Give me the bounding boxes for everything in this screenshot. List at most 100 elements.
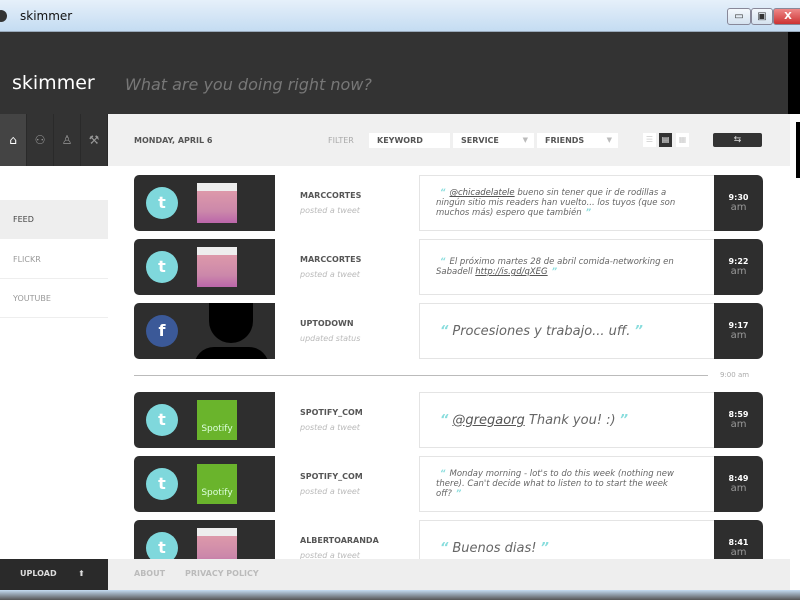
post-text: Buenos dias!	[452, 540, 537, 556]
action-text: posted a tweet	[300, 487, 360, 496]
time-value: 8:49	[728, 474, 749, 483]
upload-label: UPLOAD	[20, 569, 57, 578]
time-ampm: am	[730, 419, 747, 430]
close-quote-icon: ”	[619, 412, 628, 428]
status-input[interactable]: What are you doing right now?	[125, 75, 372, 94]
post-time: 8:49 am	[714, 456, 763, 512]
open-quote-icon: “	[440, 469, 446, 479]
twitter-icon: t	[146, 468, 178, 500]
post-bubble: “@gregaorg Thank you! :)”	[419, 392, 715, 448]
friends-label: FRIENDS	[545, 136, 585, 145]
twitter-icon: t	[146, 404, 178, 436]
username[interactable]: UPTODOWN	[300, 319, 354, 328]
feed-item-card[interactable]: t	[134, 239, 275, 295]
time-ampm: am	[730, 266, 747, 277]
keyword-input[interactable]: KEYWORD	[369, 133, 450, 148]
time-value: 9:22	[728, 257, 749, 266]
grid-view-icon[interactable]: ▦	[676, 133, 689, 147]
brand-logo: skimmer	[12, 72, 95, 94]
divider-time: 9:00 am	[720, 371, 750, 379]
post-bubble: “Procesiones y trabajo... uff.”	[419, 303, 715, 359]
feed-item-card[interactable]: t	[134, 175, 275, 231]
close-quote-icon: ”	[540, 540, 549, 556]
twitter-icon: t	[146, 187, 178, 219]
post-time: 9:22 am	[714, 239, 763, 295]
person-icon[interactable]: ♙	[54, 114, 81, 166]
close-button[interactable]: X	[773, 8, 800, 25]
app-logo-icon	[0, 10, 7, 22]
footer	[0, 559, 790, 590]
mention-link[interactable]: @gregaorg	[452, 413, 524, 428]
compact-view-icon[interactable]: ▤	[659, 133, 672, 147]
app-header	[0, 32, 788, 114]
username[interactable]: SPOTIFY_COM	[300, 408, 363, 417]
nav-icons: ⌂ ⚇ ♙ ⚒	[0, 114, 108, 166]
time-ampm: am	[730, 483, 747, 494]
post-time: 8:59 am	[714, 392, 763, 448]
about-link[interactable]: ABOUT	[134, 569, 165, 578]
list-view-icon[interactable]: ☰	[643, 133, 656, 147]
time-value: 9:17	[728, 321, 749, 330]
sidebar-item-feed[interactable]: FEED	[0, 200, 108, 239]
friends-icon[interactable]: ⚇	[27, 114, 54, 166]
twitter-icon: t	[146, 251, 178, 283]
current-date: MONDAY, APRIL 6	[134, 136, 213, 145]
post-bubble: “El próximo martes 28 de abril comida-ne…	[419, 239, 715, 295]
feed-item-card[interactable]: f	[134, 303, 275, 359]
post-time: 9:17 am	[714, 303, 763, 359]
feed-item-card[interactable]: t Spotify	[134, 392, 275, 448]
minimize-button[interactable]: ▭	[727, 8, 751, 25]
post-text: Thank you! :)	[524, 412, 616, 428]
filter-label: FILTER	[328, 136, 354, 145]
facebook-icon: f	[146, 315, 178, 347]
username[interactable]: SPOTIFY_COM	[300, 472, 363, 481]
action-text: posted a tweet	[300, 270, 360, 279]
service-label: SERVICE	[461, 136, 499, 145]
post-bubble: “Monday morning - lot's to do this week …	[419, 456, 715, 512]
action-text: posted a tweet	[300, 206, 360, 215]
avatar	[194, 303, 269, 359]
username[interactable]: MARCCORTES	[300, 191, 361, 200]
post-text: Monday morning - lot's to do this week (…	[436, 469, 674, 499]
side-window-controls[interactable]	[788, 32, 800, 114]
friends-select[interactable]: FRIENDS ▼	[537, 133, 618, 148]
chevron-down-icon: ▼	[606, 136, 612, 144]
avatar-text: Spotify	[201, 424, 233, 434]
close-quote-icon: ”	[634, 323, 643, 339]
sidebar-item-flickr[interactable]: FLICKR	[0, 240, 108, 279]
time-divider	[134, 375, 708, 376]
time-value: 8:41	[728, 538, 749, 547]
post-time: 9:30 am	[714, 175, 763, 231]
username[interactable]: ALBERTOARANDA	[300, 536, 379, 545]
upload-button[interactable]: UPLOAD ⬆	[0, 559, 108, 590]
action-text: updated status	[300, 334, 361, 343]
refresh-button[interactable]: ⇆	[713, 133, 762, 147]
wrench-icon[interactable]: ⚒	[81, 114, 108, 166]
open-quote-icon: “	[440, 412, 449, 428]
window-titlebar: skimmer ▭ ▣ X	[0, 0, 800, 32]
time-ampm: am	[730, 330, 747, 341]
open-quote-icon: “	[440, 257, 446, 267]
open-quote-icon: “	[440, 540, 449, 556]
close-quote-icon: ”	[585, 208, 592, 218]
time-ampm: am	[730, 547, 747, 558]
open-quote-icon: “	[440, 188, 446, 198]
chevron-down-icon: ▼	[522, 136, 528, 144]
close-quote-icon: ”	[551, 267, 558, 277]
side-panel-edge	[796, 122, 800, 178]
url-link[interactable]: http://is.gd/qXEG	[475, 267, 547, 277]
window-bottom-border	[0, 590, 800, 600]
home-icon[interactable]: ⌂	[0, 114, 27, 166]
feed-item-card[interactable]: t Spotify	[134, 456, 275, 512]
maximize-button[interactable]: ▣	[751, 8, 773, 25]
username[interactable]: MARCCORTES	[300, 255, 361, 264]
post-bubble: “@chicadelatele bueno sin tener que ir d…	[419, 175, 715, 231]
sidebar-item-youtube[interactable]: YOUTUBE	[0, 279, 108, 318]
service-select[interactable]: SERVICE ▼	[453, 133, 534, 148]
privacy-policy-link[interactable]: PRIVACY POLICY	[185, 569, 259, 578]
arrow-up-icon: ⬆	[78, 569, 85, 578]
time-value: 9:30	[728, 193, 749, 202]
avatar	[197, 183, 237, 223]
mention-link[interactable]: @chicadelatele	[449, 188, 514, 198]
action-text: posted a tweet	[300, 423, 360, 432]
